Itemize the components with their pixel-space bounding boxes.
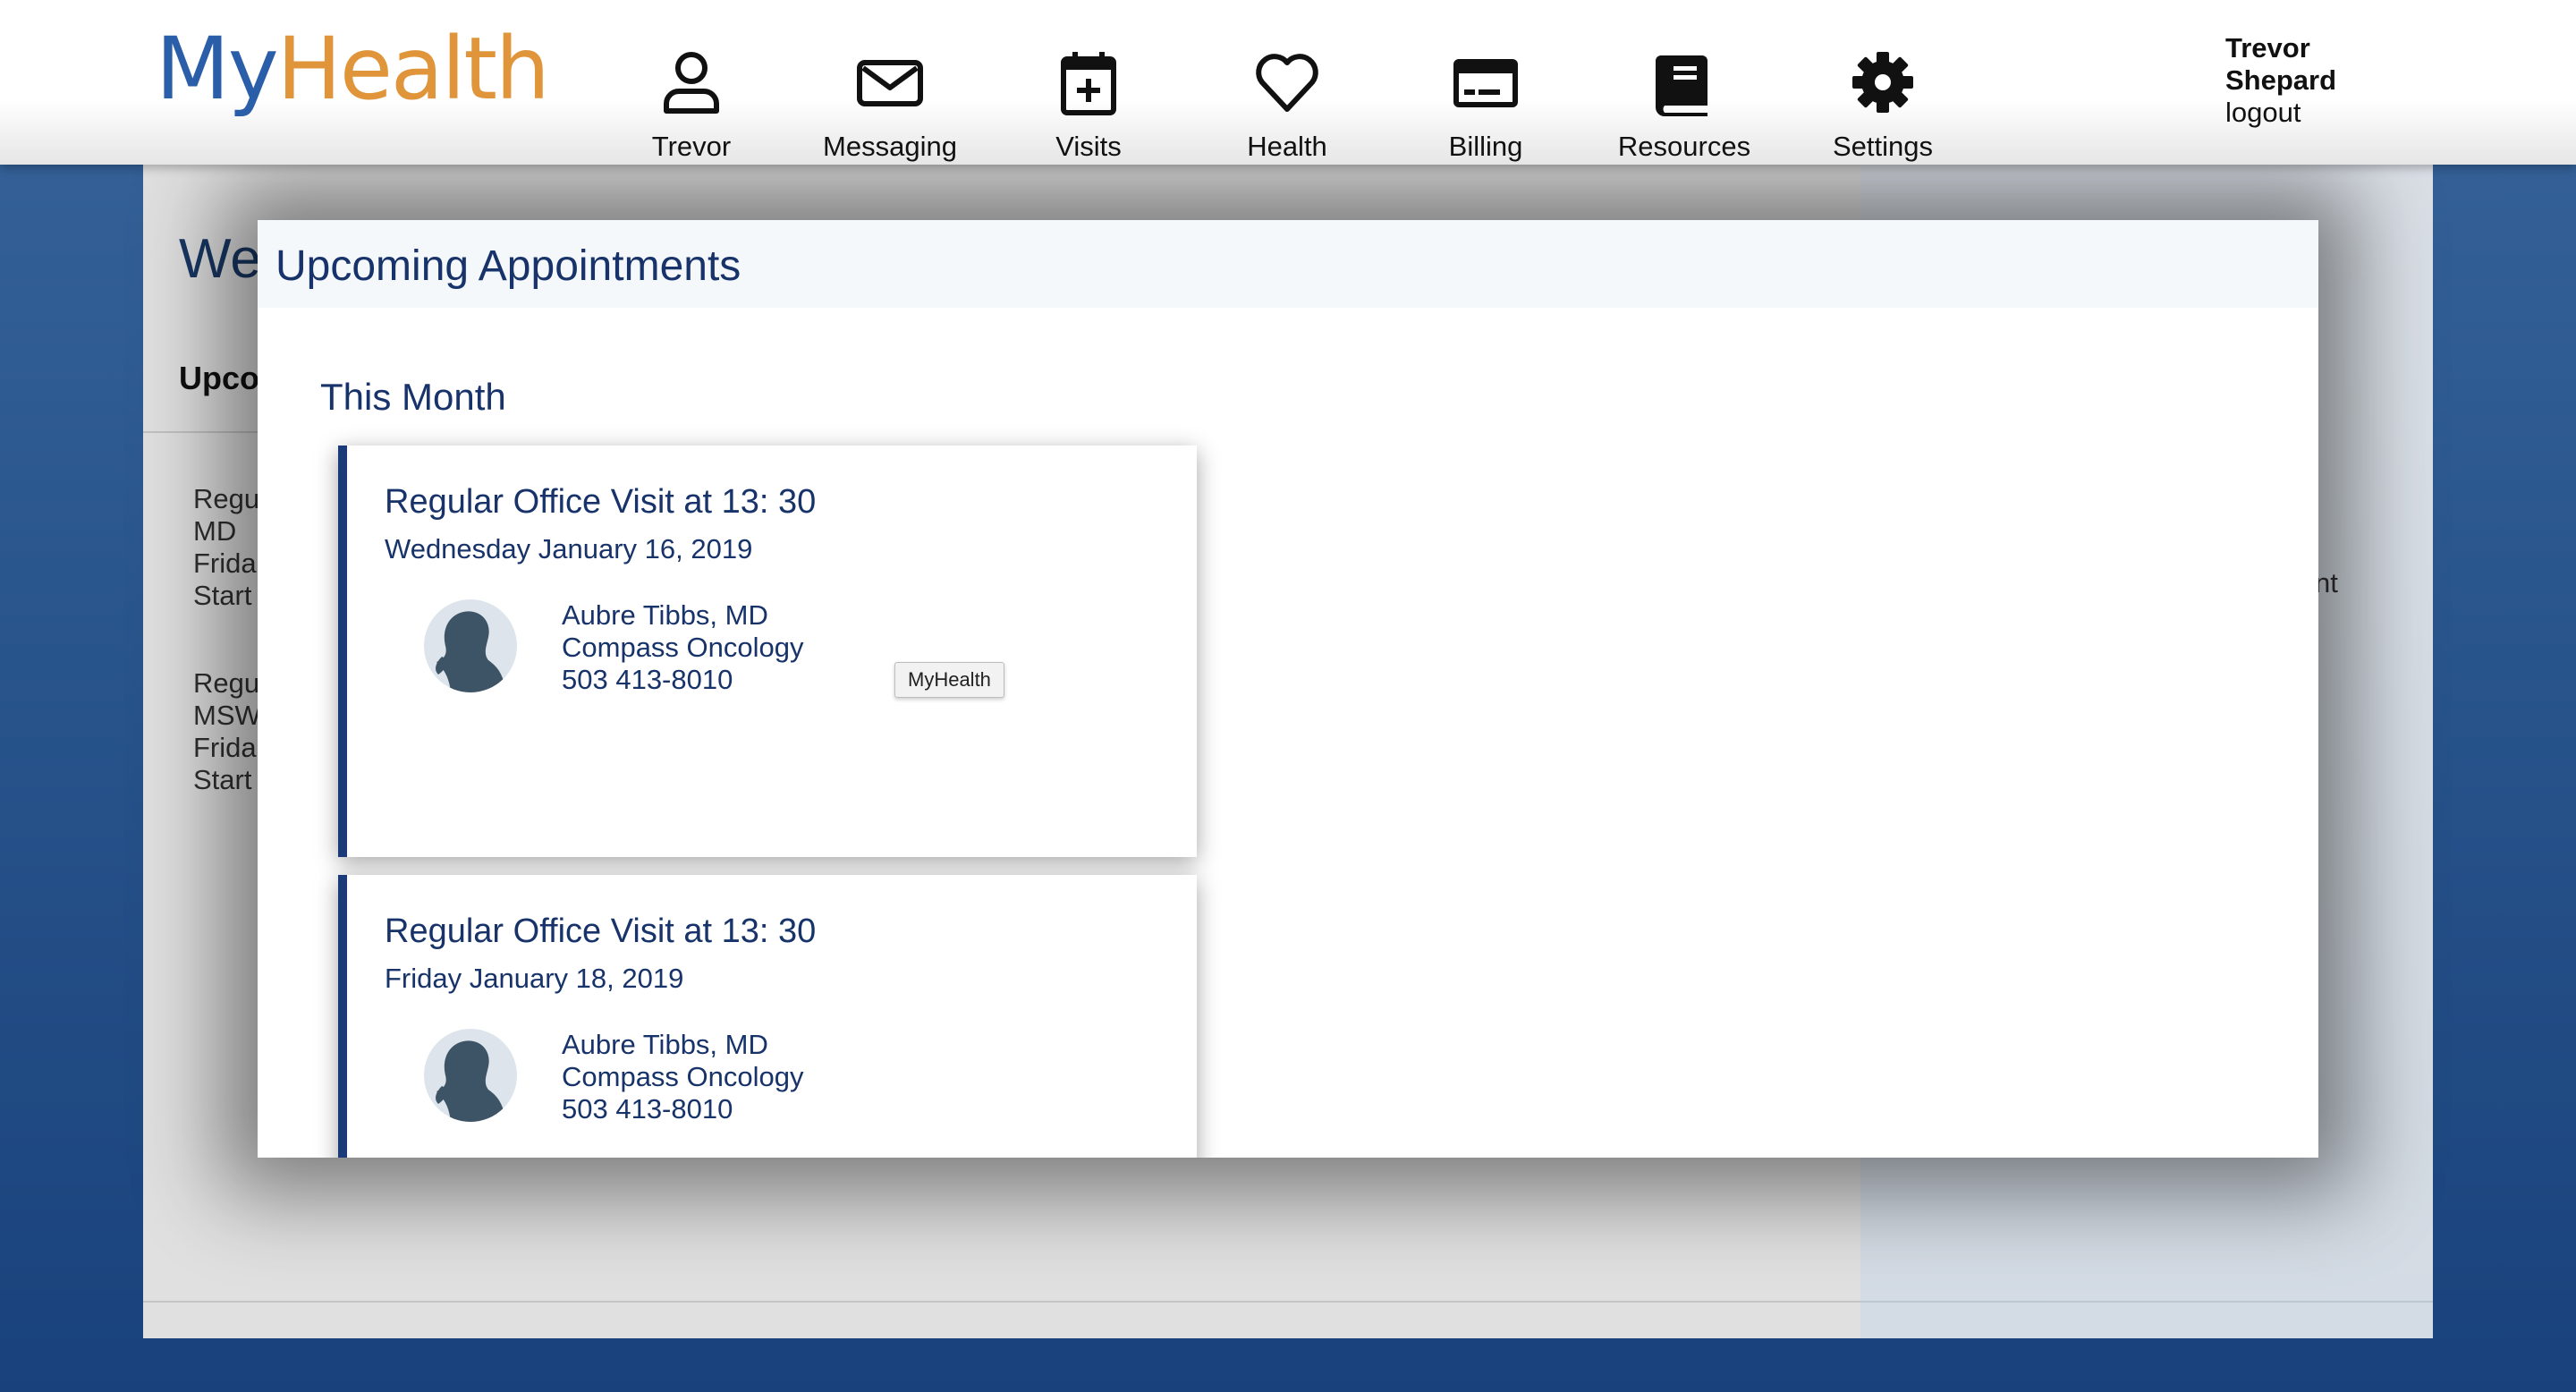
book-icon <box>1648 47 1720 118</box>
clinic-phone[interactable]: 503 413-8010 <box>562 664 804 696</box>
top-header: MyHealth Trevor Messaging Visits Health <box>0 0 2576 165</box>
clinic-name: Compass Oncology <box>562 632 804 663</box>
doctor-info: Aubre Tibbs, MD Compass Oncology 503 413… <box>562 1029 804 1125</box>
appointment-date: Friday January 18, 2019 <box>385 963 684 994</box>
main-nav: Trevor Messaging Visits Health Billing R… <box>0 0 1968 165</box>
user-first-name: Trevor <box>2225 32 2310 64</box>
nav-item-settings[interactable]: Settings <box>1793 47 1972 165</box>
credit-card-icon <box>1450 47 1521 118</box>
person-silhouette-icon <box>436 1040 506 1122</box>
user-icon <box>656 47 727 118</box>
person-silhouette-icon <box>436 611 506 692</box>
nav-item-label: Visits <box>1055 131 1122 162</box>
appointment-date: Wednesday January 16, 2019 <box>385 533 753 564</box>
tooltip: MyHealth <box>894 662 1004 698</box>
appointment-title: Regular Office Visit at 13: 30 <box>385 483 817 521</box>
doctor-info: Aubre Tibbs, MD Compass Oncology 503 413… <box>562 599 804 696</box>
nav-item-label: Messaging <box>823 131 957 162</box>
modal-title: Upcoming Appointments <box>275 242 741 290</box>
nav-item-label: Settings <box>1832 131 1933 162</box>
gear-icon <box>1847 47 1919 118</box>
envelope-icon <box>854 47 926 118</box>
clinic-phone[interactable]: 503 413-8010 <box>562 1093 804 1125</box>
modal-header: Upcoming Appointments <box>258 220 2318 308</box>
doctor-name: Aubre Tibbs, MD <box>562 599 768 631</box>
nav-item-trevor[interactable]: Trevor <box>602 47 781 165</box>
heart-icon <box>1251 47 1323 118</box>
nav-item-billing[interactable]: Billing <box>1396 47 1575 165</box>
calendar-plus-icon <box>1053 47 1124 118</box>
doctor-avatar <box>424 599 517 692</box>
nav-item-label: Resources <box>1617 131 1751 162</box>
nav-item-resources[interactable]: Resources <box>1595 47 1774 165</box>
nav-item-messaging[interactable]: Messaging <box>801 47 979 165</box>
doctor-avatar <box>424 1029 517 1122</box>
section-title: This Month <box>320 376 506 418</box>
user-last-name: Shepard <box>2225 64 2337 96</box>
logout-link[interactable]: logout <box>2225 97 2458 129</box>
nav-item-label: Health <box>1247 131 1327 162</box>
clinic-name: Compass Oncology <box>562 1061 804 1092</box>
doctor-name: Aubre Tibbs, MD <box>562 1029 768 1060</box>
appointment-card[interactable]: Regular Office Visit at 13: 30 Friday Ja… <box>338 875 1197 1158</box>
appointment-title: Regular Office Visit at 13: 30 <box>385 912 817 950</box>
nav-item-health[interactable]: Health <box>1198 47 1377 165</box>
appointment-card[interactable]: Regular Office Visit at 13: 30 Wednesday… <box>338 446 1197 857</box>
upcoming-appointments-modal: Upcoming Appointments This Month Regular… <box>258 220 2318 1158</box>
nav-item-visits[interactable]: Visits <box>999 47 1178 165</box>
nav-item-label: Billing <box>1448 131 1523 162</box>
user-menu: Trevor Shepard logout <box>2225 32 2458 129</box>
nav-item-label: Trevor <box>651 131 732 162</box>
